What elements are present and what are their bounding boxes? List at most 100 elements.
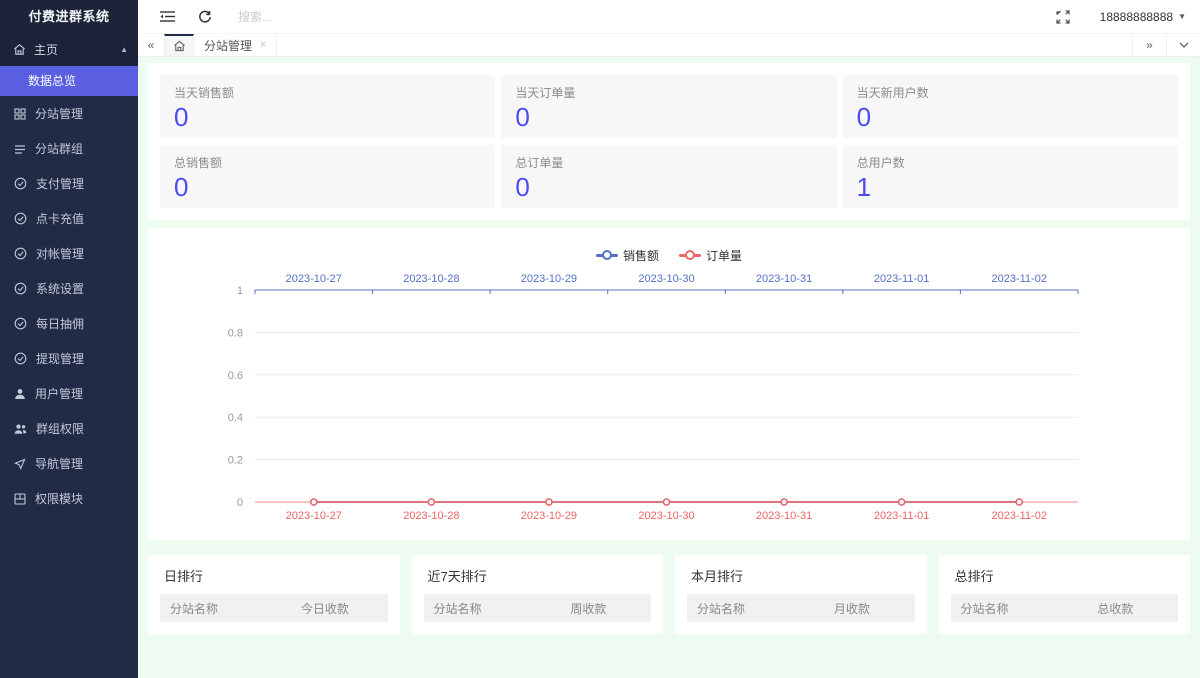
- stats-panel: 当天销售额 0 当天订单量 0 当天新用户数 0 总销售额 0 总订单量 0 总…: [148, 63, 1190, 220]
- rank-title: 日排行: [164, 569, 204, 584]
- stat-label: 当天新用户数: [856, 86, 929, 100]
- list-icon: [14, 143, 26, 155]
- rank-title: 近7天排行: [427, 569, 487, 584]
- column-header: 周收款: [570, 601, 607, 616]
- rank-title: 总排行: [954, 569, 994, 584]
- column-header: 分站名称: [433, 601, 482, 616]
- sidebar-item-group-permissions[interactable]: 群组权限: [0, 411, 138, 446]
- users-icon: [14, 423, 27, 435]
- sidebar-item-navigation-mgmt[interactable]: 导航管理: [0, 446, 138, 481]
- tabs-scroll-right-icon[interactable]: »: [1132, 34, 1166, 56]
- svg-text:2023-11-02: 2023-11-02: [991, 510, 1046, 522]
- tabbar-spacer: [277, 34, 1132, 56]
- sidebar-item-label: 主页: [34, 43, 59, 57]
- sidebar-menu: 分站管理 分站群组 支付管理 点卡充值 对帐管理 系统设置 每日抽佣 提现管理 …: [0, 96, 138, 516]
- sidebar-item-permission-modules[interactable]: 权限模块: [0, 481, 138, 516]
- sidebar-item-user-mgmt[interactable]: 用户管理: [0, 376, 138, 411]
- stat-value: 0: [174, 102, 189, 132]
- svg-text:2023-10-30: 2023-10-30: [638, 510, 694, 522]
- home-icon: [173, 40, 186, 52]
- stat-card-today-sales: 当天销售额 0: [160, 75, 496, 138]
- sidebar-item-withdrawal-mgmt[interactable]: 提现管理: [0, 341, 138, 376]
- search-input[interactable]: [238, 9, 438, 24]
- grid-icon: [14, 107, 26, 120]
- sidebar-item-label: 用户管理: [35, 387, 84, 401]
- sidebar-item-substation-groups[interactable]: 分站群组: [0, 131, 138, 166]
- sidebar-item-home[interactable]: 主页 ▲: [0, 33, 138, 66]
- close-icon[interactable]: ×: [260, 39, 266, 51]
- refresh-icon[interactable]: [190, 0, 220, 33]
- svg-text:0.4: 0.4: [228, 412, 243, 424]
- top-toolbar: 18888888888 ▼: [138, 0, 1200, 33]
- stat-label: 当天订单量: [515, 86, 576, 100]
- line-marker-icon: [679, 250, 701, 260]
- app-title: 付费进群系统: [0, 0, 138, 33]
- tab-bar: « 分站管理 × »: [138, 33, 1200, 57]
- user-icon: [14, 388, 26, 400]
- column-header: 月收款: [833, 601, 870, 616]
- chart-legend: 销售额 订单量: [148, 242, 1190, 268]
- sidebar-item-dashboard[interactable]: 数据总览: [0, 66, 138, 96]
- tab-home[interactable]: [164, 34, 194, 56]
- circle-check-icon: [14, 177, 27, 190]
- legend-item-sales[interactable]: 销售额: [595, 247, 659, 264]
- stat-label: 总订单量: [515, 156, 564, 170]
- search-box: [238, 8, 1048, 26]
- stat-value: 1: [856, 172, 872, 202]
- column-header: 分站名称: [960, 601, 1009, 616]
- sidebar-item-payment-mgmt[interactable]: 支付管理: [0, 166, 138, 201]
- svg-text:2023-11-02: 2023-11-02: [991, 273, 1046, 285]
- circle-check-icon: [14, 247, 27, 260]
- svg-text:2023-11-01: 2023-11-01: [874, 273, 929, 285]
- module-icon: [14, 492, 26, 505]
- column-header: 总收款: [1097, 601, 1134, 616]
- page-content: 当天销售额 0 当天订单量 0 当天新用户数 0 总销售额 0 总订单量 0 总…: [138, 57, 1200, 678]
- svg-text:2023-10-27: 2023-10-27: [286, 273, 342, 285]
- legend-item-orders[interactable]: 订单量: [679, 247, 742, 264]
- tabs-menu-icon[interactable]: [1166, 34, 1200, 56]
- stat-value: 0: [515, 102, 530, 132]
- stat-label: 总用户数: [856, 156, 905, 170]
- svg-text:2023-10-31: 2023-10-31: [756, 273, 812, 285]
- sidebar-item-system-settings[interactable]: 系统设置: [0, 271, 138, 306]
- sidebar-item-label: 系统设置: [36, 282, 85, 296]
- rank-table-header: 分站名称 周收款: [423, 594, 651, 622]
- stat-label: 总销售额: [174, 156, 223, 170]
- svg-text:2023-10-29: 2023-10-29: [521, 273, 577, 285]
- fullscreen-icon[interactable]: [1048, 0, 1078, 33]
- tab-substation-mgmt[interactable]: 分站管理 ×: [194, 34, 278, 56]
- menu-fold-icon[interactable]: [152, 0, 182, 33]
- sidebar-item-label: 数据总览: [28, 74, 77, 88]
- stat-value: 0: [515, 172, 530, 202]
- sidebar-item-label: 群组权限: [36, 422, 85, 436]
- sidebar-item-label: 提现管理: [36, 352, 85, 366]
- nav-icon: [14, 457, 26, 470]
- sidebar-item-label: 权限模块: [35, 492, 84, 506]
- stat-card-today-new-users: 当天新用户数 0: [842, 75, 1178, 138]
- home-icon: [13, 43, 26, 56]
- sidebar-item-substation-mgmt[interactable]: 分站管理: [0, 96, 138, 131]
- stat-card-total-users: 总用户数 1: [842, 145, 1178, 208]
- svg-text:0.2: 0.2: [228, 455, 243, 467]
- rank-title: 本月排行: [691, 569, 744, 584]
- ranking-cards: 日排行 分站名称 今日收款 近7天排行 分站名称 周收款 本月排行 分站名称 月…: [148, 555, 1190, 634]
- circle-check-icon: [14, 282, 27, 295]
- svg-text:2023-10-31: 2023-10-31: [756, 510, 812, 522]
- sidebar-item-card-recharge[interactable]: 点卡充值: [0, 201, 138, 236]
- rank-card-daily: 日排行 分站名称 今日收款: [148, 555, 400, 634]
- caret-up-icon: ▲: [120, 45, 128, 54]
- tabs-scroll-left-icon[interactable]: «: [138, 34, 164, 56]
- column-header: 今日收款: [300, 601, 349, 616]
- sidebar-item-daily-commission[interactable]: 每日抽佣: [0, 306, 138, 341]
- sidebar-item-reconciliation-mgmt[interactable]: 对帐管理: [0, 236, 138, 271]
- rank-table-header: 分站名称 总收款: [950, 594, 1178, 622]
- svg-text:0.6: 0.6: [228, 370, 243, 382]
- rank-card-total: 总排行 分站名称 总收款: [938, 555, 1190, 634]
- svg-text:0.8: 0.8: [228, 327, 243, 339]
- user-dropdown[interactable]: 18888888888 ▼: [1100, 10, 1186, 24]
- rank-table-header: 分站名称 今日收款: [160, 594, 388, 622]
- user-phone: 18888888888: [1099, 9, 1174, 24]
- svg-text:0: 0: [237, 497, 243, 509]
- legend-label: 销售额: [622, 248, 659, 263]
- topbar-right: 18888888888 ▼: [1048, 0, 1186, 33]
